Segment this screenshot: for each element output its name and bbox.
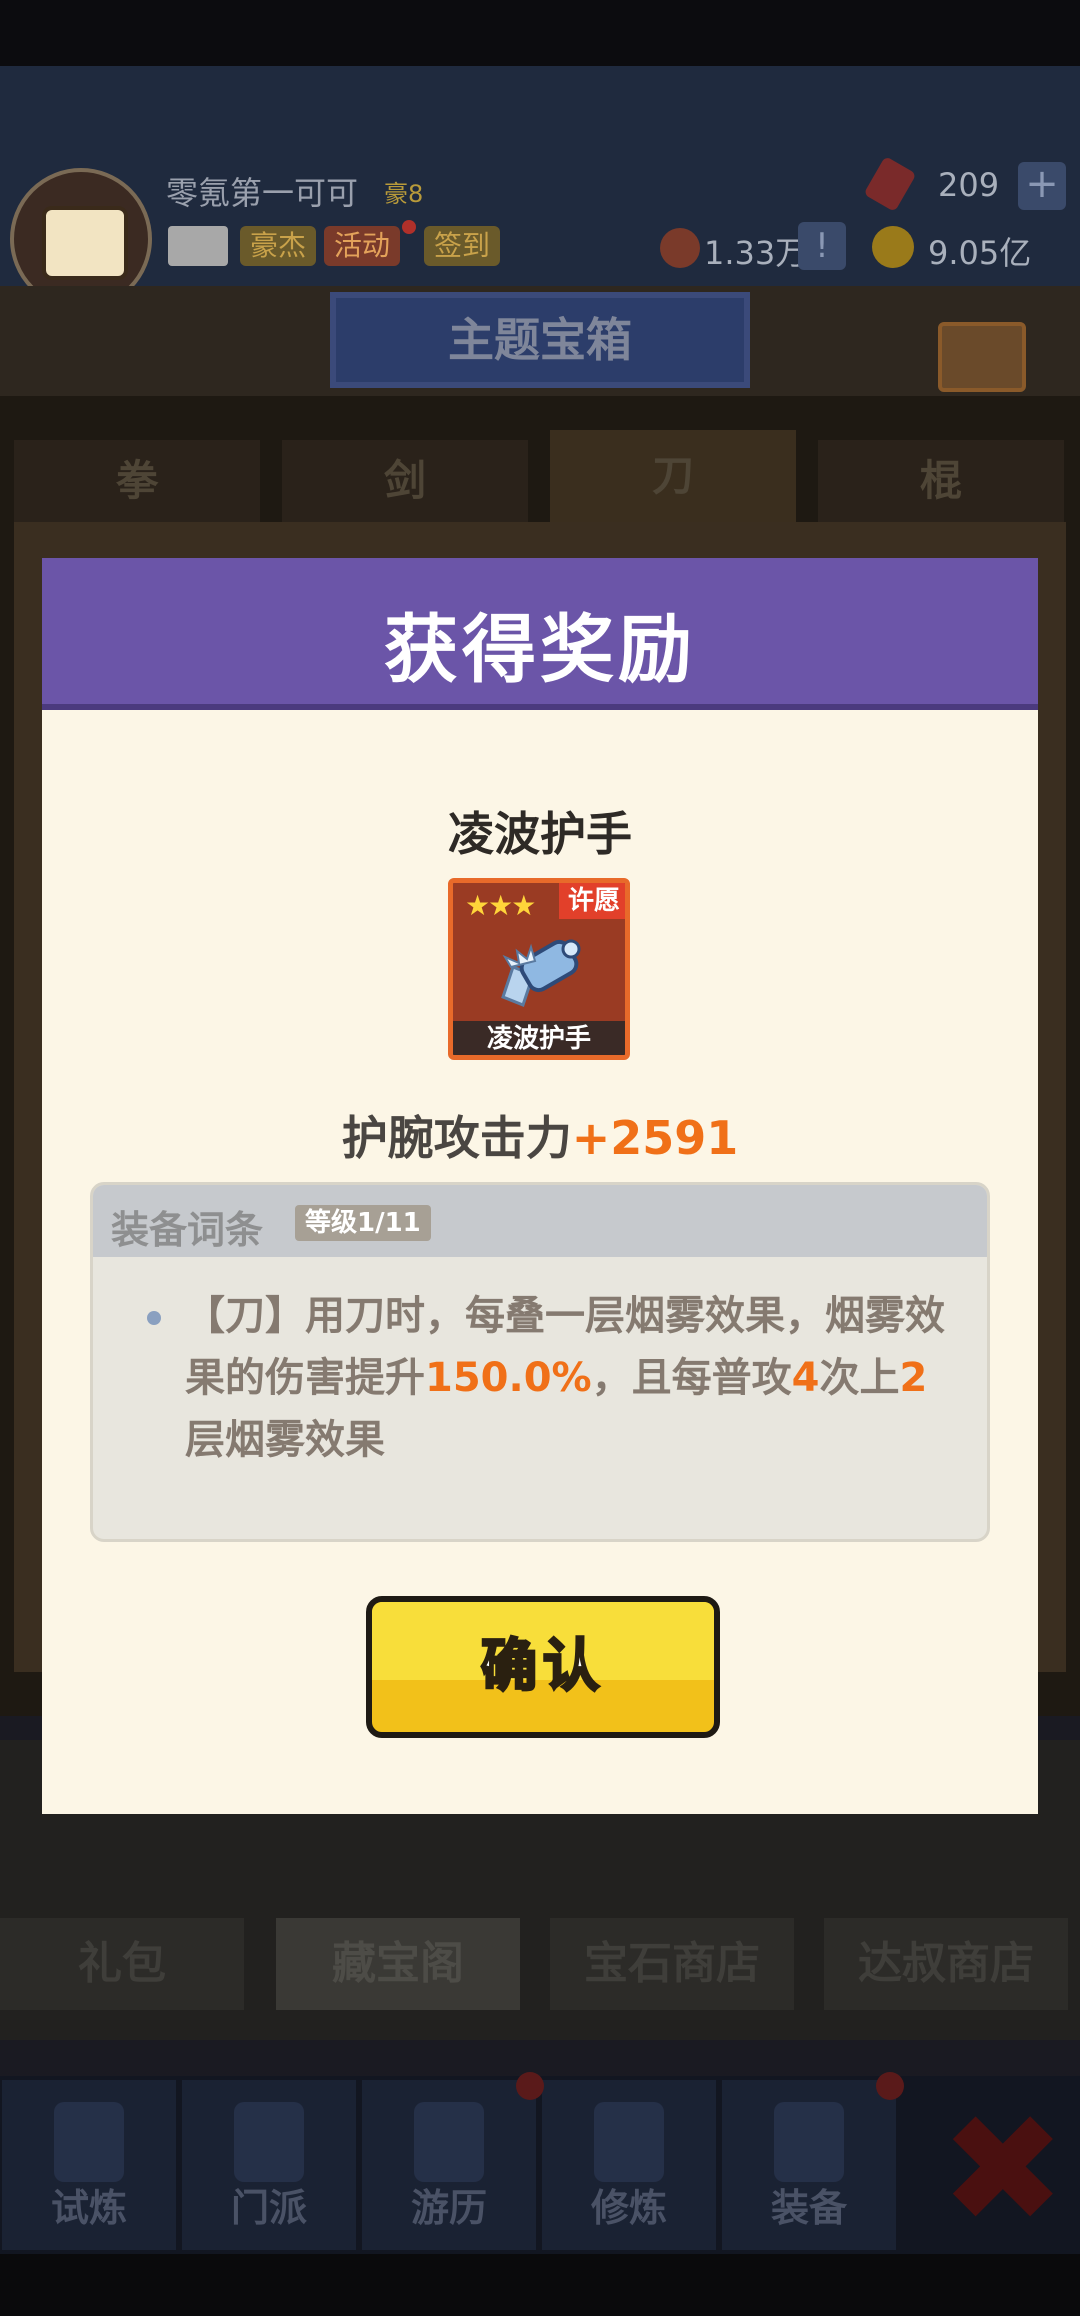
add-gems-button[interactable]: + — [1018, 162, 1066, 210]
status-bar — [0, 0, 1080, 66]
affix-text-part: 层烟雾效果 — [185, 1417, 385, 1463]
affix-label: 装备词条 — [111, 1208, 264, 1252]
tab-staff[interactable]: 棍 — [818, 440, 1064, 522]
item-card[interactable]: ★★★ 许愿 凌波护手 — [448, 878, 630, 1060]
confirm-button[interactable]: 确认 — [366, 1596, 720, 1738]
affix-highlight: 2 — [899, 1355, 928, 1401]
attack-value: +2591 — [571, 1111, 739, 1165]
wish-tag: 许愿 — [559, 883, 625, 919]
system-nav-bar — [0, 2254, 1080, 2316]
nav-trial[interactable]: 试炼 — [2, 2080, 176, 2250]
affix-text-part: 次上 — [819, 1355, 900, 1401]
item-name: 凌波护手 — [448, 807, 632, 861]
gold-count: 9.05亿 — [928, 234, 1032, 272]
nav-label: 试炼 — [50, 2186, 127, 2230]
notification-dot — [402, 220, 416, 234]
tab-blade[interactable]: 刀 — [550, 430, 796, 522]
gem-count: 209 — [938, 166, 1000, 204]
confirm-label: 确认 — [480, 1633, 605, 1701]
nav-equipment[interactable]: 装备 — [722, 2080, 896, 2250]
hero-button[interactable]: 豪杰 — [240, 226, 317, 266]
attack-stat: 护腕攻击力+2591 — [42, 1102, 1038, 1168]
nav-label: 游历 — [410, 2186, 487, 2230]
sword-icon — [774, 2102, 844, 2182]
attack-label: 护腕攻击力 — [341, 1111, 572, 1165]
avatar-chest-icon — [42, 206, 128, 280]
top-bar — [0, 66, 1080, 286]
dialog-title: 获得奖励 — [384, 607, 696, 693]
notification-dot — [876, 2072, 904, 2100]
nav-label: 门派 — [230, 2186, 307, 2230]
close-icon[interactable]: ✖ — [940, 2095, 1066, 2245]
first-buy-chest-icon[interactable] — [938, 322, 1026, 392]
shop-tab-treasure[interactable]: 藏宝阁 — [276, 1918, 520, 2010]
item-card-name: 凌波护手 — [453, 1021, 625, 1055]
page-title: 主题宝箱 — [330, 292, 750, 388]
gauntlet-icon — [501, 939, 581, 1007]
shop-tab-gem-store[interactable]: 宝石商店 — [550, 1918, 794, 2010]
player-name: 零氪第一可可 — [166, 174, 359, 212]
nav-sect[interactable]: 门派 — [182, 2080, 356, 2250]
affix-text-part: ，且每普攻 — [591, 1355, 792, 1401]
shop-tab-uncle-store[interactable]: 达叔商店 — [824, 1918, 1068, 2010]
affix-description: 【刀】用刀时，每叠一层烟雾效果，烟雾效果的伤害提升150.0%，且每普攻4次上2… — [185, 1285, 965, 1471]
coupon-info-button[interactable]: ! — [798, 222, 846, 270]
reward-dialog: 获得奖励 凌波护手 ★★★ 许愿 凌波护手 护腕攻击力+2591 装备词条 等级… — [42, 558, 1038, 1814]
player-rank: 豪8 — [384, 180, 424, 208]
mountain-icon — [414, 2102, 484, 2182]
affix-level-badge: 等级1/11 — [295, 1205, 431, 1241]
mail-icon[interactable] — [168, 226, 228, 266]
affix-box: 装备词条 等级1/11 【刀】用刀时，每叠一层烟雾效果，烟雾效果的伤害提升150… — [90, 1182, 990, 1542]
nav-label: 修炼 — [590, 2186, 667, 2230]
bullet-icon — [147, 1311, 161, 1325]
notification-dot — [516, 2072, 544, 2100]
affix-highlight: 4 — [791, 1355, 820, 1401]
book-icon — [594, 2102, 664, 2182]
shop-tab-gift[interactable]: 礼包 — [0, 1918, 244, 2010]
coupon-count: 1.33万 — [704, 234, 808, 272]
nav-travel[interactable]: 游历 — [362, 2080, 536, 2250]
signin-button[interactable]: 签到 — [424, 226, 501, 266]
ninja-icon — [54, 2102, 124, 2182]
coupon-icon — [660, 228, 700, 268]
temple-icon — [234, 2102, 304, 2182]
rarity-stars: ★★★ — [465, 889, 536, 922]
gold-coin-icon — [872, 226, 914, 268]
nav-label: 装备 — [770, 2186, 847, 2230]
event-button[interactable]: 活动 — [324, 226, 401, 266]
nav-cultivate[interactable]: 修炼 — [542, 2080, 716, 2250]
affix-highlight: 150.0% — [425, 1355, 592, 1401]
tab-sword[interactable]: 剑 — [282, 440, 528, 522]
tab-fist[interactable]: 拳 — [14, 440, 260, 522]
